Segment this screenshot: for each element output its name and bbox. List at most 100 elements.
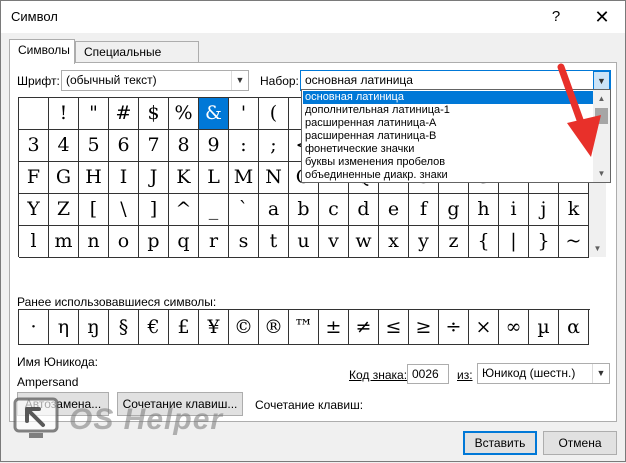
scroll-thumb[interactable] (595, 108, 608, 124)
scroll-up-icon[interactable]: ▲ (593, 90, 610, 107)
scroll-down-icon[interactable]: ▼ (589, 240, 606, 257)
symbol-cell[interactable]: Y (19, 194, 49, 226)
symbol-cell[interactable]: 6 (109, 130, 139, 162)
recent-symbol-cell[interactable]: ¥ (199, 310, 229, 345)
symbol-cell[interactable] (19, 98, 49, 130)
symbol-cell[interactable]: n (79, 226, 109, 258)
symbol-cell[interactable]: 9 (199, 130, 229, 162)
subset-option[interactable]: основная латиница (303, 91, 593, 104)
chevron-down-icon[interactable]: ▼ (593, 71, 610, 90)
symbol-cell[interactable]: ] (139, 194, 169, 226)
symbol-cell[interactable]: F (19, 162, 49, 194)
symbol-cell[interactable]: } (529, 226, 559, 258)
symbol-cell[interactable]: i (499, 194, 529, 226)
symbol-cell[interactable]: s (229, 226, 259, 258)
symbol-cell[interactable]: z (439, 226, 469, 258)
symbol-cell[interactable]: 5 (79, 130, 109, 162)
chevron-down-icon[interactable]: ▼ (592, 364, 609, 383)
symbol-cell[interactable]: M (229, 162, 259, 194)
recent-symbol-cell[interactable]: µ (529, 310, 559, 345)
symbol-cell[interactable]: Z (49, 194, 79, 226)
symbol-cell[interactable]: h (469, 194, 499, 226)
help-button[interactable]: ? (541, 5, 571, 29)
recent-symbol-cell[interactable]: ≠ (349, 310, 379, 345)
symbol-cell[interactable]: k (559, 194, 589, 226)
symbol-cell[interactable]: % (169, 98, 199, 130)
symbol-cell[interactable]: ; (259, 130, 289, 162)
symbol-cell[interactable]: u (289, 226, 319, 258)
symbol-cell[interactable]: & (199, 98, 229, 130)
symbol-cell[interactable]: e (379, 194, 409, 226)
recent-symbol-cell[interactable]: ® (259, 310, 289, 345)
symbol-cell[interactable]: j (529, 194, 559, 226)
symbol-cell[interactable]: J (139, 162, 169, 194)
symbol-cell[interactable]: : (229, 130, 259, 162)
recent-symbol-cell[interactable]: η (49, 310, 79, 345)
subset-option[interactable]: буквы изменения пробелов (303, 156, 593, 169)
symbol-cell[interactable]: o (109, 226, 139, 258)
scroll-down-icon[interactable]: ▼ (593, 165, 610, 182)
symbol-cell[interactable]: 4 (49, 130, 79, 162)
recent-symbol-cell[interactable]: ŋ (79, 310, 109, 345)
symbol-cell[interactable]: $ (139, 98, 169, 130)
symbol-cell[interactable]: f (409, 194, 439, 226)
recent-symbol-cell[interactable]: § (109, 310, 139, 345)
cancel-button[interactable]: Отмена (543, 431, 617, 455)
symbol-cell[interactable]: ! (49, 98, 79, 130)
font-combobox[interactable]: (обычный текст) ▼ (61, 70, 249, 91)
tab-special-characters[interactable]: Специальные знаки (75, 41, 199, 73)
symbol-cell[interactable]: p (139, 226, 169, 258)
symbol-cell[interactable]: a (259, 194, 289, 226)
symbol-cell[interactable]: l (19, 226, 49, 258)
insert-button[interactable]: Вставить (463, 431, 537, 455)
subset-dropdown-list[interactable]: ▲ ▼ основная латиница дополнительная лати… (301, 89, 611, 183)
recent-symbol-cell[interactable]: ∞ (499, 310, 529, 345)
symbol-cell[interactable]: g (439, 194, 469, 226)
recent-symbol-cell[interactable]: © (229, 310, 259, 345)
recent-symbol-cell[interactable]: £ (169, 310, 199, 345)
symbol-cell[interactable]: 3 (19, 130, 49, 162)
symbol-cell[interactable]: c (319, 194, 349, 226)
recent-symbol-cell[interactable]: × (469, 310, 499, 345)
symbol-cell[interactable]: d (349, 194, 379, 226)
symbol-cell[interactable]: ^ (169, 194, 199, 226)
symbol-cell[interactable]: x (379, 226, 409, 258)
symbol-cell[interactable]: I (109, 162, 139, 194)
recent-symbols-row[interactable]: · η ŋ § € £ ¥ © ® ™ ± ≠ ≤ ≥ ÷ × ∞ µ α (18, 309, 590, 345)
recent-symbol-cell[interactable]: · (19, 310, 49, 345)
recent-symbol-cell[interactable]: ≤ (379, 310, 409, 345)
symbol-cell[interactable]: \ (109, 194, 139, 226)
symbol-cell[interactable]: { (469, 226, 499, 258)
subset-option[interactable]: расширенная латиница-A (303, 117, 593, 130)
symbol-cell[interactable]: H (79, 162, 109, 194)
recent-symbol-cell[interactable]: ± (319, 310, 349, 345)
subset-combobox[interactable]: основная латиница ▼ (300, 70, 611, 91)
symbol-cell[interactable]: w (349, 226, 379, 258)
recent-symbol-cell[interactable]: ≥ (409, 310, 439, 345)
symbol-cell[interactable]: 7 (139, 130, 169, 162)
recent-symbol-cell[interactable]: α (559, 310, 589, 345)
char-code-input[interactable]: 0026 (407, 364, 449, 384)
symbol-cell[interactable]: K (169, 162, 199, 194)
symbol-cell[interactable]: _ (199, 194, 229, 226)
tab-symbols[interactable]: Символы (9, 39, 75, 64)
symbol-cell[interactable]: | (499, 226, 529, 258)
subset-option[interactable]: фонетические значки (303, 143, 593, 156)
symbol-cell[interactable]: 8 (169, 130, 199, 162)
symbol-cell[interactable]: q (169, 226, 199, 258)
symbol-cell[interactable]: ` (229, 194, 259, 226)
symbol-cell[interactable]: # (109, 98, 139, 130)
recent-symbol-cell[interactable]: € (139, 310, 169, 345)
from-combobox[interactable]: Юникод (шестн.) ▼ (477, 363, 610, 384)
symbol-cell[interactable]: y (409, 226, 439, 258)
symbol-cell[interactable]: ' (229, 98, 259, 130)
close-button[interactable]: ✕ (587, 5, 617, 29)
recent-symbol-cell[interactable]: ™ (289, 310, 319, 345)
symbol-cell[interactable]: " (79, 98, 109, 130)
symbol-cell[interactable]: N (259, 162, 289, 194)
subset-option[interactable]: дополнительная латиница-1 (303, 104, 593, 117)
symbol-cell[interactable]: b (289, 194, 319, 226)
symbol-cell[interactable]: G (49, 162, 79, 194)
symbol-cell[interactable]: m (49, 226, 79, 258)
chevron-down-icon[interactable]: ▼ (231, 71, 248, 90)
